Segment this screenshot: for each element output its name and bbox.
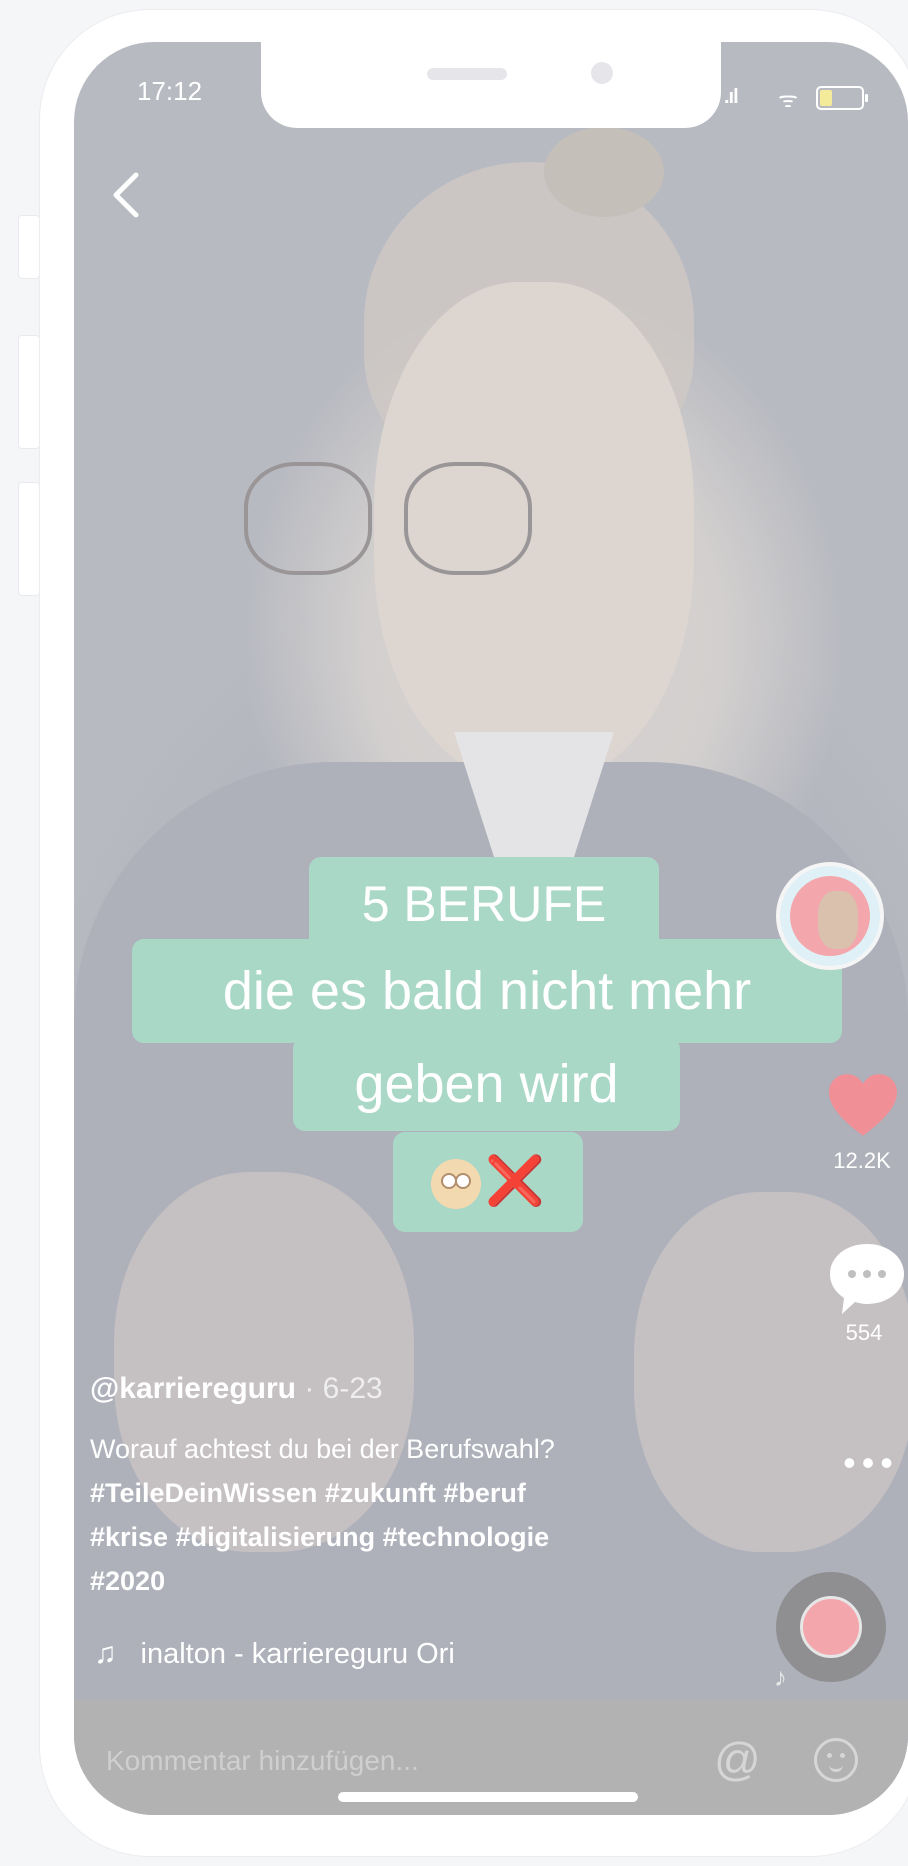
post-date: · 6-23	[296, 1372, 383, 1405]
music-row[interactable]: ♫ inalton - karriereguru Ori	[94, 1637, 594, 1671]
status-time: 17:12	[137, 76, 203, 106]
video-screen[interactable]: 17:12 .ıl ᯤ 5 BERUFE die es bald nicht m…	[74, 42, 908, 1815]
glasses-left	[244, 462, 372, 575]
comment-icon	[830, 1244, 904, 1314]
video-caption-emoji-line: ❌	[393, 1132, 583, 1232]
music-title: inalton - karriereguru Ori	[140, 1638, 455, 1670]
heart-icon	[829, 1074, 897, 1136]
floating-note-icon: ♪	[774, 1662, 787, 1692]
more-icon[interactable]: •••	[826, 1442, 908, 1484]
comments-count: 554	[845, 1320, 883, 1345]
video-caption-line-3: geben wird	[293, 1037, 680, 1131]
phone-notch	[261, 42, 721, 128]
avatar-person	[818, 891, 858, 949]
cross-mark-icon: ❌	[485, 1155, 545, 1208]
battery-icon	[816, 86, 868, 110]
emoji-icon[interactable]	[814, 1738, 858, 1782]
phone-frame: 17:12 .ıl ᯤ 5 BERUFE die es bald nicht m…	[40, 10, 908, 1856]
likes-count: 12.2K	[833, 1148, 891, 1173]
back-icon[interactable]	[106, 165, 146, 225]
at-icon[interactable]: @	[714, 1732, 761, 1786]
music-disc-avatar	[800, 1596, 862, 1658]
comment-input[interactable]	[104, 1740, 668, 1782]
person-hair-bun	[544, 127, 664, 217]
volume-down-button	[18, 482, 40, 596]
battery-fill	[820, 90, 832, 106]
author-handle[interactable]: @karriereguru	[90, 1372, 296, 1405]
front-camera	[591, 62, 613, 84]
post-text: Worauf achtest du bei der Berufswahl?	[90, 1434, 555, 1464]
post-hashtags-1[interactable]: #TeileDeinWissen #zukunft #beruf	[90, 1478, 526, 1509]
post-hashtags-2[interactable]: #krise #digitalisierung #technologie	[90, 1522, 549, 1553]
video-caption-line-2: die es bald nicht mehr	[132, 939, 842, 1043]
battery-nub	[865, 94, 868, 102]
home-indicator[interactable]	[338, 1792, 638, 1802]
author-avatar[interactable]	[776, 862, 884, 970]
mute-switch	[18, 215, 40, 279]
music-note-icon: ♫	[94, 1637, 117, 1670]
earpiece-speaker	[427, 68, 507, 80]
video-caption-line-1: 5 BERUFE	[309, 857, 659, 951]
volume-up-button	[18, 335, 40, 449]
emoji-mouth	[829, 1761, 843, 1772]
post-author-line[interactable]: @karriereguru · 6-23	[90, 1372, 383, 1406]
glasses-right	[404, 462, 532, 575]
wifi-icon: ᯤ	[778, 87, 799, 112]
post-hashtags-3[interactable]: #2020	[90, 1566, 165, 1597]
music-disc[interactable]	[776, 1572, 886, 1682]
flushed-face-icon	[431, 1159, 482, 1210]
signal-icon: .ıl	[724, 86, 739, 108]
